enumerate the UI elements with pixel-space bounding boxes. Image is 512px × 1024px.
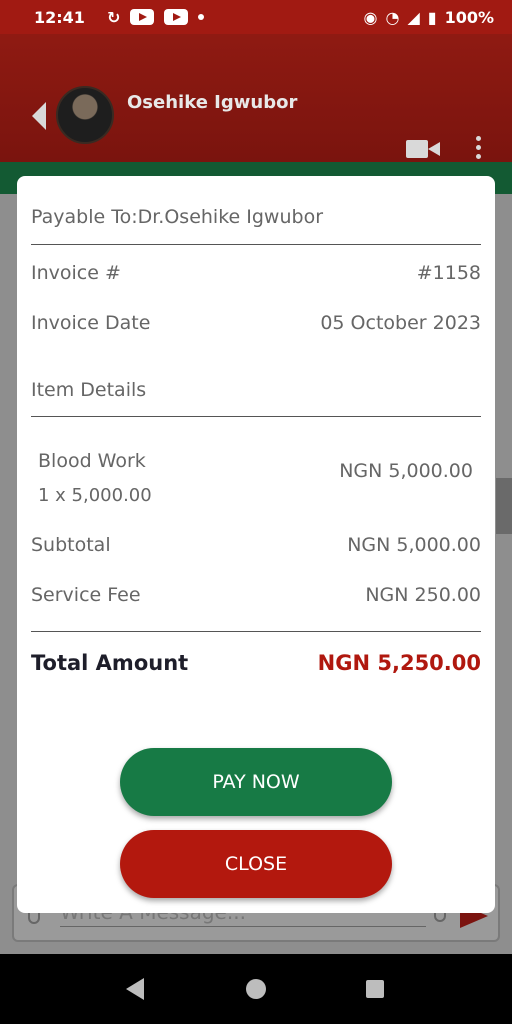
subtotal-value: NGN 5,000.00 [347,534,481,556]
youtube-icon [164,9,189,25]
total-row: Total Amount NGN 5,250.00 [31,651,481,675]
youtube-icon [130,9,155,25]
avatar[interactable] [56,86,114,144]
pay-now-button[interactable]: PAY NOW [120,748,392,816]
nav-home-icon[interactable] [246,979,266,999]
video-call-icon[interactable] [406,140,440,158]
item-price: NGN 5,000.00 [339,460,473,482]
back-arrow-icon[interactable] [32,102,46,130]
service-fee-row: Service Fee NGN 250.00 [31,584,481,606]
location-icon: ◉ [363,7,378,27]
status-time: 12:41 [34,7,85,27]
item-name: Blood Work [38,450,146,472]
navigation-bar [0,954,512,1024]
item-quantity: 1 x 5,000.00 [38,485,152,506]
service-fee-label: Service Fee [31,584,141,606]
item-details-row: Item Details [31,379,481,401]
signal-icon: ◢ [407,7,420,27]
payable-to: Payable To:Dr.Osehike Igwubor [31,206,324,228]
invoice-date-label: Invoice Date [31,312,151,334]
sync-icon: ↻ [106,7,121,27]
subtotal-label: Subtotal [31,534,111,556]
total-value: NGN 5,250.00 [317,651,481,675]
nav-back-icon[interactable] [126,978,144,1000]
invoice-number-label: Invoice # [31,262,121,284]
more-options-icon[interactable] [476,136,482,162]
divider [31,631,481,632]
close-button[interactable]: CLOSE [120,830,392,898]
notification-icons: ↻ [106,7,205,27]
item-details-label: Item Details [31,379,147,401]
service-fee-value: NGN 250.00 [365,584,481,606]
invoice-modal: Payable To:Dr.Osehike Igwubor Invoice # … [17,176,495,913]
side-arrow-icon [496,478,512,534]
status-bar: 12:41 ↻ ◉ ◔ ◢ ▮ 100% [0,0,512,34]
divider [31,244,481,245]
total-label: Total Amount [31,651,189,675]
subtotal-row: Subtotal NGN 5,000.00 [31,534,481,556]
chat-header: Osehike Igwubor [0,34,512,162]
payable-to-row: Payable To:Dr.Osehike Igwubor [31,206,481,228]
contact-name[interactable]: Osehike Igwubor [127,92,297,113]
nav-recents-icon[interactable] [366,980,384,998]
divider [31,416,481,417]
system-icons: ◉ ◔ ◢ ▮ 100% [364,8,495,27]
invoice-date-row: Invoice Date 05 October 2023 [31,312,481,334]
invoice-date: 05 October 2023 [320,312,481,334]
battery-percent: 100% [444,7,494,27]
invoice-number-row: Invoice # #1158 [31,262,481,284]
dot-icon [198,14,205,20]
invoice-number: #1158 [416,262,481,284]
wifi-icon: ◔ [385,7,400,27]
battery-icon: ▮ [427,7,437,27]
